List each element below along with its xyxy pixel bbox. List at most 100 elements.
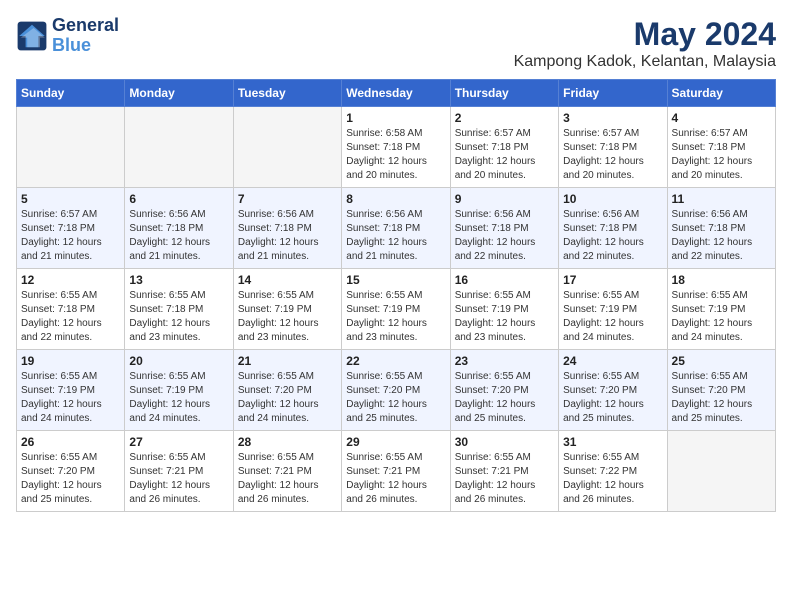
day-info: Sunrise: 6:55 AM Sunset: 7:20 PM Dayligh… — [563, 370, 662, 426]
day-info: Sunrise: 6:55 AM Sunset: 7:21 PM Dayligh… — [455, 451, 554, 507]
day-info: Sunrise: 6:57 AM Sunset: 7:18 PM Dayligh… — [455, 127, 554, 183]
day-number: 5 — [21, 192, 120, 206]
day-number: 6 — [129, 192, 228, 206]
calendar-day-7: 7Sunrise: 6:56 AM Sunset: 7:18 PM Daylig… — [233, 188, 341, 269]
calendar-day-19: 19 Sunrise: 6:55 AM Sunset: 7:19 PM Dayli… — [17, 350, 125, 431]
day-info: Sunrise: 6:57 AM Sunset: 7:18 PM Dayligh… — [21, 208, 120, 264]
calendar-day-28: 28 Sunrise: 6:55 AM Sunset: 7:21 PM Dayli… — [233, 431, 341, 512]
calendar-header-thursday: Thursday — [450, 80, 558, 107]
calendar-day-13: 13 Sunrise: 6:55 AM Sunset: 7:18 PM Dayli… — [125, 269, 233, 350]
day-number: 29 — [346, 435, 445, 449]
calendar-day-26: 26 Sunrise: 6:55 AM Sunset: 7:20 PM Dayli… — [17, 431, 125, 512]
day-number: 12 — [21, 273, 120, 287]
day-number: 11 — [672, 192, 771, 206]
calendar-day-27: 27 Sunrise: 6:55 AM Sunset: 7:21 PM Dayli… — [125, 431, 233, 512]
day-number: 2 — [455, 111, 554, 125]
calendar-day-31: 31 Sunrise: 6:55 AM Sunset: 7:22 PM Dayli… — [559, 431, 667, 512]
day-number: 25 — [672, 354, 771, 368]
calendar-header-sunday: Sunday — [17, 80, 125, 107]
calendar-day-10: 10 Sunrise: 6:56 AM Sunset: 7:18 PM Dayli… — [559, 188, 667, 269]
day-number: 16 — [455, 273, 554, 287]
day-info: Sunrise: 6:56 AM Sunset: 7:18 PM Dayligh… — [346, 208, 445, 264]
day-number: 31 — [563, 435, 662, 449]
calendar-day-18: 18Sunrise: 6:55 AM Sunset: 7:19 PM Dayli… — [667, 269, 775, 350]
day-number: 20 — [129, 354, 228, 368]
logo-text: General Blue — [52, 16, 119, 56]
title-block: May 2024 Kampong Kadok, Kelantan, Malays… — [514, 16, 776, 71]
calendar-day-25: 25 Sunrise: 6:55 AM Sunset: 7:20 PM Dayli… — [667, 350, 775, 431]
day-number: 26 — [21, 435, 120, 449]
calendar-header-monday: Monday — [125, 80, 233, 107]
calendar-day-11: 11Sunrise: 6:56 AM Sunset: 7:18 PM Dayli… — [667, 188, 775, 269]
day-number: 9 — [455, 192, 554, 206]
day-number: 24 — [563, 354, 662, 368]
calendar-empty-cell — [667, 431, 775, 512]
calendar-day-29: 29 Sunrise: 6:55 AM Sunset: 7:21 PM Dayli… — [342, 431, 450, 512]
day-info: Sunrise: 6:56 AM Sunset: 7:18 PM Dayligh… — [563, 208, 662, 264]
calendar-day-15: 15Sunrise: 6:55 AM Sunset: 7:19 PM Dayli… — [342, 269, 450, 350]
calendar-day-2: 2 Sunrise: 6:57 AM Sunset: 7:18 PM Daylig… — [450, 107, 558, 188]
day-info: Sunrise: 6:55 AM Sunset: 7:18 PM Dayligh… — [21, 289, 120, 345]
day-info: Sunrise: 6:55 AM Sunset: 7:21 PM Dayligh… — [346, 451, 445, 507]
day-number: 18 — [672, 273, 771, 287]
day-info: Sunrise: 6:56 AM Sunset: 7:18 PM Dayligh… — [455, 208, 554, 264]
calendar-week-row: 26 Sunrise: 6:55 AM Sunset: 7:20 PM Dayli… — [17, 431, 776, 512]
day-number: 23 — [455, 354, 554, 368]
day-number: 27 — [129, 435, 228, 449]
day-number: 4 — [672, 111, 771, 125]
day-info: Sunrise: 6:55 AM Sunset: 7:19 PM Dayligh… — [129, 370, 228, 426]
day-number: 10 — [563, 192, 662, 206]
calendar-day-1: 1Sunrise: 6:58 AM Sunset: 7:18 PM Daylig… — [342, 107, 450, 188]
logo: General Blue — [16, 16, 119, 56]
calendar-header-row: SundayMondayTuesdayWednesdayThursdayFrid… — [17, 80, 776, 107]
day-info: Sunrise: 6:55 AM Sunset: 7:19 PM Dayligh… — [455, 289, 554, 345]
calendar-header-saturday: Saturday — [667, 80, 775, 107]
calendar-header-friday: Friday — [559, 80, 667, 107]
calendar-day-22: 22 Sunrise: 6:55 AM Sunset: 7:20 PM Dayli… — [342, 350, 450, 431]
calendar-week-row: 5 Sunrise: 6:57 AM Sunset: 7:18 PM Daylig… — [17, 188, 776, 269]
day-number: 28 — [238, 435, 337, 449]
calendar-day-17: 17Sunrise: 6:55 AM Sunset: 7:19 PM Dayli… — [559, 269, 667, 350]
day-info: Sunrise: 6:55 AM Sunset: 7:20 PM Dayligh… — [346, 370, 445, 426]
day-number: 22 — [346, 354, 445, 368]
calendar-day-14: 14 Sunrise: 6:55 AM Sunset: 7:19 PM Dayli… — [233, 269, 341, 350]
day-info: Sunrise: 6:55 AM Sunset: 7:18 PM Dayligh… — [129, 289, 228, 345]
day-info: Sunrise: 6:55 AM Sunset: 7:20 PM Dayligh… — [238, 370, 337, 426]
calendar-day-9: 9 Sunrise: 6:56 AM Sunset: 7:18 PM Daylig… — [450, 188, 558, 269]
calendar-header-tuesday: Tuesday — [233, 80, 341, 107]
day-number: 3 — [563, 111, 662, 125]
calendar-header-wednesday: Wednesday — [342, 80, 450, 107]
day-info: Sunrise: 6:57 AM Sunset: 7:18 PM Dayligh… — [672, 127, 771, 183]
day-number: 14 — [238, 273, 337, 287]
day-info: Sunrise: 6:55 AM Sunset: 7:21 PM Dayligh… — [238, 451, 337, 507]
calendar-empty-cell — [17, 107, 125, 188]
day-info: Sunrise: 6:55 AM Sunset: 7:20 PM Dayligh… — [21, 451, 120, 507]
calendar-day-16: 16 Sunrise: 6:55 AM Sunset: 7:19 PM Dayli… — [450, 269, 558, 350]
calendar-day-12: 12 Sunrise: 6:55 AM Sunset: 7:18 PM Dayli… — [17, 269, 125, 350]
day-info: Sunrise: 6:55 AM Sunset: 7:19 PM Dayligh… — [21, 370, 120, 426]
day-info: Sunrise: 6:55 AM Sunset: 7:22 PM Dayligh… — [563, 451, 662, 507]
calendar-day-4: 4 Sunrise: 6:57 AM Sunset: 7:18 PM Daylig… — [667, 107, 775, 188]
day-info: Sunrise: 6:55 AM Sunset: 7:20 PM Dayligh… — [455, 370, 554, 426]
calendar-table: SundayMondayTuesdayWednesdayThursdayFrid… — [16, 79, 776, 512]
day-info: Sunrise: 6:55 AM Sunset: 7:19 PM Dayligh… — [346, 289, 445, 345]
day-number: 21 — [238, 354, 337, 368]
location-title: Kampong Kadok, Kelantan, Malaysia — [514, 53, 776, 71]
day-number: 13 — [129, 273, 228, 287]
logo-icon — [16, 20, 48, 52]
calendar-empty-cell — [125, 107, 233, 188]
month-title: May 2024 — [514, 16, 776, 53]
day-info: Sunrise: 6:55 AM Sunset: 7:20 PM Dayligh… — [672, 370, 771, 426]
day-info: Sunrise: 6:56 AM Sunset: 7:18 PM Dayligh… — [129, 208, 228, 264]
calendar-day-8: 8Sunrise: 6:56 AM Sunset: 7:18 PM Daylig… — [342, 188, 450, 269]
day-number: 19 — [21, 354, 120, 368]
day-info: Sunrise: 6:58 AM Sunset: 7:18 PM Dayligh… — [346, 127, 445, 183]
calendar-empty-cell — [233, 107, 341, 188]
calendar-week-row: 12 Sunrise: 6:55 AM Sunset: 7:18 PM Dayli… — [17, 269, 776, 350]
day-info: Sunrise: 6:57 AM Sunset: 7:18 PM Dayligh… — [563, 127, 662, 183]
day-info: Sunrise: 6:55 AM Sunset: 7:21 PM Dayligh… — [129, 451, 228, 507]
calendar-day-23: 23 Sunrise: 6:55 AM Sunset: 7:20 PM Dayli… — [450, 350, 558, 431]
day-info: Sunrise: 6:55 AM Sunset: 7:19 PM Dayligh… — [238, 289, 337, 345]
calendar-day-6: 6 Sunrise: 6:56 AM Sunset: 7:18 PM Daylig… — [125, 188, 233, 269]
calendar-day-21: 21 Sunrise: 6:55 AM Sunset: 7:20 PM Dayli… — [233, 350, 341, 431]
